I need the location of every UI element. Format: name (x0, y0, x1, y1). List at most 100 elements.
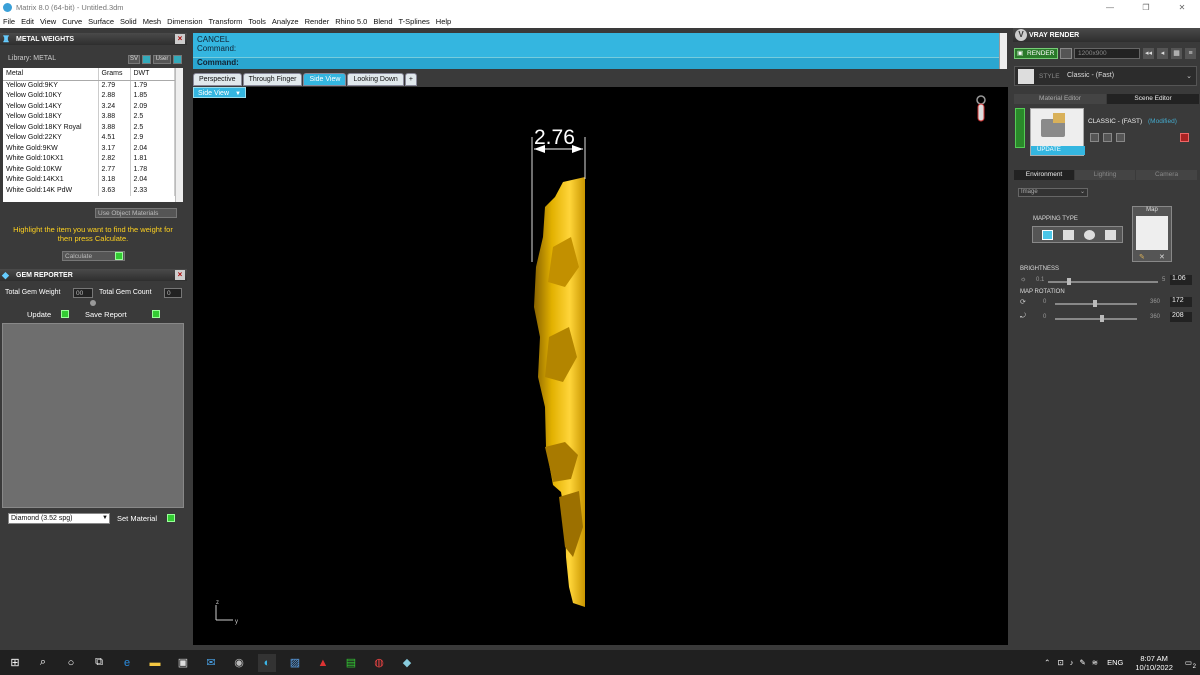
rotation-h-slider[interactable] (1055, 300, 1137, 307)
minimize-button[interactable]: — (1092, 3, 1128, 12)
tab-lighting[interactable]: Lighting (1075, 170, 1135, 180)
brightness-slider[interactable] (1048, 278, 1158, 285)
expand-arrow-icon[interactable] (1015, 108, 1025, 148)
tab-side-view[interactable]: Side View (303, 73, 347, 86)
table-row[interactable]: Yellow Gold:14KY 3.24 2.09 (3, 101, 175, 112)
ring-model[interactable] (534, 177, 585, 607)
file-explorer-icon[interactable]: ▬ (146, 654, 164, 672)
calculate-button[interactable]: Calculate (62, 251, 125, 261)
column-grams[interactable]: Grams (98, 68, 131, 81)
volume-icon[interactable]: ♪ (1070, 658, 1074, 667)
table-row[interactable]: White Gold:10KW 2.77 1.78 (3, 164, 175, 175)
rewind-icon[interactable]: ◂◂ (1143, 48, 1154, 59)
save-report-button[interactable]: Save Report (85, 310, 160, 320)
menu-blend[interactable]: Blend (373, 17, 392, 26)
sv-button[interactable]: SV (128, 55, 140, 64)
task-view-icon[interactable]: ⧉ (90, 654, 108, 672)
prev-icon[interactable]: ◂ (1157, 48, 1168, 59)
rotation-h-value[interactable]: 172 (1170, 297, 1192, 307)
tab-environment[interactable]: Environment (1014, 170, 1074, 180)
edge-icon[interactable]: e (118, 654, 136, 672)
menu-transform[interactable]: Transform (209, 17, 243, 26)
user-button[interactable]: User (153, 55, 171, 64)
menu-mesh[interactable]: Mesh (143, 17, 161, 26)
menu-dimension[interactable]: Dimension (167, 17, 202, 26)
table-row[interactable]: White Gold:14K PdW 3.63 2.33 (3, 185, 175, 196)
menu-solid[interactable]: Solid (120, 17, 137, 26)
search-icon[interactable]: ⌕ (34, 654, 52, 672)
splitter-handle[interactable] (90, 300, 96, 306)
finger-icon[interactable] (976, 95, 986, 122)
gem-type-select[interactable]: Diamond (3.52 spg) ▼ (8, 513, 110, 524)
chevron-up-icon[interactable]: ⌃ (1044, 658, 1050, 667)
column-metal[interactable]: Metal (3, 68, 99, 81)
windows-start-icon[interactable]: ⊞ (6, 654, 24, 672)
rotation-v-slider[interactable] (1055, 315, 1137, 322)
rhino-icon[interactable]: ◉ (230, 654, 248, 672)
mapping-box-icon[interactable] (1105, 230, 1116, 240)
tab-material-editor[interactable]: Material Editor (1014, 94, 1106, 104)
menu-tools[interactable]: Tools (248, 17, 266, 26)
rotation-v-value[interactable]: 208 (1170, 312, 1192, 322)
command-scrollbar[interactable] (999, 33, 1007, 69)
menu-view[interactable]: View (40, 17, 56, 26)
menu-edit[interactable]: Edit (21, 17, 34, 26)
copy-icon[interactable] (1116, 133, 1125, 142)
update-preview-label[interactable]: UPDATE (1031, 146, 1085, 155)
table-row[interactable]: Yellow Gold:9KY 2.79 1.79 (3, 80, 175, 91)
clock[interactable]: 8:07 AM 10/10/2022 (1135, 654, 1173, 672)
delete-icon[interactable] (1180, 133, 1189, 142)
cortana-icon[interactable]: ○ (62, 654, 80, 672)
close-button[interactable]: ✕ (1164, 3, 1200, 12)
user-toggle-icon[interactable] (173, 55, 182, 64)
update-button[interactable]: Update (27, 310, 69, 320)
wifi-icon[interactable]: ≋ (1092, 658, 1098, 667)
menu-analyze[interactable]: Analyze (272, 17, 299, 26)
table-row[interactable]: White Gold:9KW 3.17 2.04 (3, 143, 175, 154)
sv-toggle-icon[interactable] (142, 55, 151, 64)
style-selector[interactable]: STYLE Classic - (Fast) ⌄ (1014, 66, 1197, 86)
chrome-icon[interactable]: ◍ (370, 654, 388, 672)
photos-icon[interactable]: ▨ (286, 654, 304, 672)
menu-surface[interactable]: Surface (88, 17, 114, 26)
language-indicator[interactable]: ENG (1107, 658, 1123, 667)
table-row[interactable]: Yellow Gold:22KY 4.51 2.9 (3, 132, 175, 143)
mapping-cube-icon[interactable] (1063, 230, 1074, 240)
app-blue-icon[interactable]: ◆ (398, 654, 416, 672)
add-tab-button[interactable]: + (404, 73, 417, 86)
brightness-value[interactable]: 1.06 (1170, 275, 1192, 285)
close-icon[interactable]: × (175, 270, 185, 280)
notification-icon[interactable]: ▭ 2 (1185, 658, 1196, 670)
link-icon[interactable] (1103, 133, 1112, 142)
tab-through-finger[interactable]: Through Finger (242, 73, 303, 86)
remove-map-icon[interactable]: ✕ (1159, 253, 1165, 261)
tab-looking-down[interactable]: Looking Down (347, 73, 404, 86)
resolution-field[interactable]: 1200x900 (1074, 48, 1140, 59)
menu-curve[interactable]: Curve (62, 17, 82, 26)
render-button[interactable]: ▣ RENDER (1014, 48, 1058, 59)
menu-file[interactable]: File (3, 17, 15, 26)
store-icon[interactable]: ▣ (174, 654, 192, 672)
environment-type-select[interactable]: Image ⌄ (1018, 188, 1088, 197)
table-row[interactable]: White Gold:14KX1 3.18 2.04 (3, 174, 175, 185)
tab-scene-editor[interactable]: Scene Editor (1107, 94, 1199, 104)
tab-camera[interactable]: Camera (1136, 170, 1197, 180)
preset-thumbnail[interactable]: UPDATE (1030, 108, 1085, 156)
menu-render[interactable]: Render (305, 17, 330, 26)
table-row[interactable]: Yellow Gold:10KY 2.88 1.85 (3, 90, 175, 101)
column-dwt[interactable]: DWT (130, 68, 175, 81)
table-scrollbar[interactable] (175, 68, 183, 202)
maximize-button[interactable]: ❐ (1128, 3, 1164, 12)
set-material-button[interactable]: Set Material (117, 514, 175, 524)
save-icon[interactable] (1090, 133, 1099, 142)
tab-perspective[interactable]: Perspective (193, 73, 242, 86)
mapping-spherical-icon[interactable] (1042, 230, 1053, 240)
command-prompt[interactable]: Command: (197, 58, 239, 67)
viewport[interactable]: Side View ▼ 2.76 z y (193, 87, 1008, 645)
network-icon[interactable]: ⊡ (1057, 658, 1063, 667)
list-icon[interactable]: ≡ (1185, 48, 1196, 59)
matrix-taskbar-icon[interactable]: ◐ (258, 653, 276, 672)
table-row[interactable]: Yellow Gold:18KY Royal 3.88 2.5 (3, 122, 175, 133)
app-green-icon[interactable]: ▤ (342, 654, 360, 672)
use-object-materials-button[interactable]: Use Object Materials (95, 208, 177, 218)
